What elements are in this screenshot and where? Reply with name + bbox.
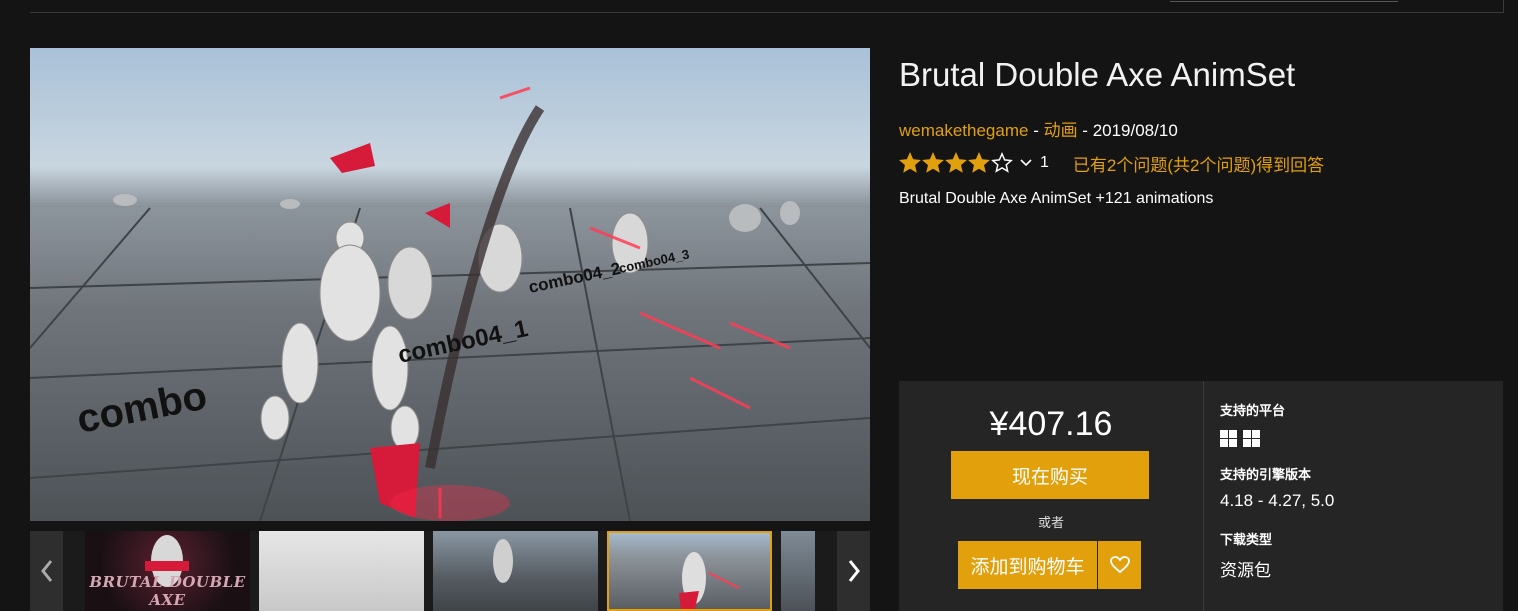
star-rating[interactable] <box>899 152 1014 174</box>
thumbnail-item[interactable] <box>781 531 815 611</box>
scene-label: combo04_2 <box>527 259 622 297</box>
cart-button-group: 添加到购物车 <box>958 541 1141 589</box>
search-field-edge[interactable] <box>1170 0 1398 2</box>
seller-link[interactable]: wemakethegame <box>899 121 1028 140</box>
scene-illustration: combo combo04_1 combo04_2 combo04_3 <box>30 86 870 521</box>
purchase-panel: ¥407.16 现在购买 或者 添加到购物车 支持的平台 支持的引擎版本 4.1… <box>899 381 1503 611</box>
price: ¥407.16 <box>989 405 1113 443</box>
chevron-left-icon <box>40 560 52 582</box>
category-link[interactable]: 动画 <box>1044 121 1078 140</box>
star-filled-icon <box>968 152 990 173</box>
windows-icon <box>1220 430 1237 447</box>
rating-row: 1 已有2个问题(共2个问题)得到回答 <box>899 150 1324 176</box>
meta-separator: - <box>1077 121 1093 140</box>
platform-icons <box>1220 430 1266 447</box>
thumbnail-next-button[interactable] <box>837 531 870 611</box>
meta-separator: - <box>1028 121 1044 140</box>
star-filled-icon <box>945 152 967 173</box>
heart-icon <box>1109 556 1130 574</box>
thumbnail-item-selected[interactable] <box>607 531 772 611</box>
topbar-divider <box>1503 0 1504 12</box>
product-description: Brutal Double Axe AnimSet +121 animation… <box>899 190 1214 207</box>
thumbnail-caption: BRUTAL DOUBLE AXE <box>89 573 246 609</box>
star-filled-icon <box>922 152 944 173</box>
download-type-heading: 下载类型 <box>1220 532 1273 547</box>
buy-now-button[interactable]: 现在购买 <box>951 451 1149 499</box>
platform-heading: 支持的平台 <box>1220 403 1286 418</box>
scene-label: combo <box>73 374 210 442</box>
or-label: 或者 <box>1037 515 1064 530</box>
thumbnail-prev-button[interactable] <box>30 531 63 611</box>
questions-answered-link[interactable]: 已有2个问题(共2个问题)得到回答 <box>1073 151 1324 176</box>
thumbnail-item[interactable]: BRUTAL DOUBLE AXE <box>85 531 250 611</box>
rating-count[interactable]: 1 <box>1040 154 1049 172</box>
hero-media[interactable]: combo combo04_1 combo04_2 combo04_3 <box>30 48 870 521</box>
thumbnail-item[interactable] <box>259 531 424 611</box>
top-navigation-bar <box>30 0 1504 13</box>
download-type: 资源包 <box>1220 561 1271 580</box>
thumbnail-strip: BRUTAL DOUBLE AXE <box>30 531 870 611</box>
product-meta: wemakethegame - 动画 - 2019/08/10 <box>899 116 1178 141</box>
product-title: Brutal Double Axe AnimSet <box>899 56 1296 93</box>
engine-versions: 4.18 - 4.27, 5.0 <box>1220 491 1335 510</box>
add-to-cart-button[interactable]: 添加到购物车 <box>958 541 1097 589</box>
panel-divider <box>1203 381 1204 611</box>
release-date: 2019/08/10 <box>1092 121 1178 140</box>
chevron-down-icon[interactable] <box>1020 159 1032 167</box>
thumbnail-art <box>679 552 740 609</box>
thumbnail-art <box>493 539 513 583</box>
windows-icon <box>1243 430 1260 447</box>
engine-version-heading: 支持的引擎版本 <box>1220 467 1312 482</box>
star-empty-icon <box>991 152 1013 173</box>
thumbnail-item[interactable] <box>433 531 598 611</box>
wishlist-button[interactable] <box>1098 541 1141 589</box>
star-filled-icon <box>899 152 921 173</box>
chevron-right-icon <box>848 560 860 582</box>
